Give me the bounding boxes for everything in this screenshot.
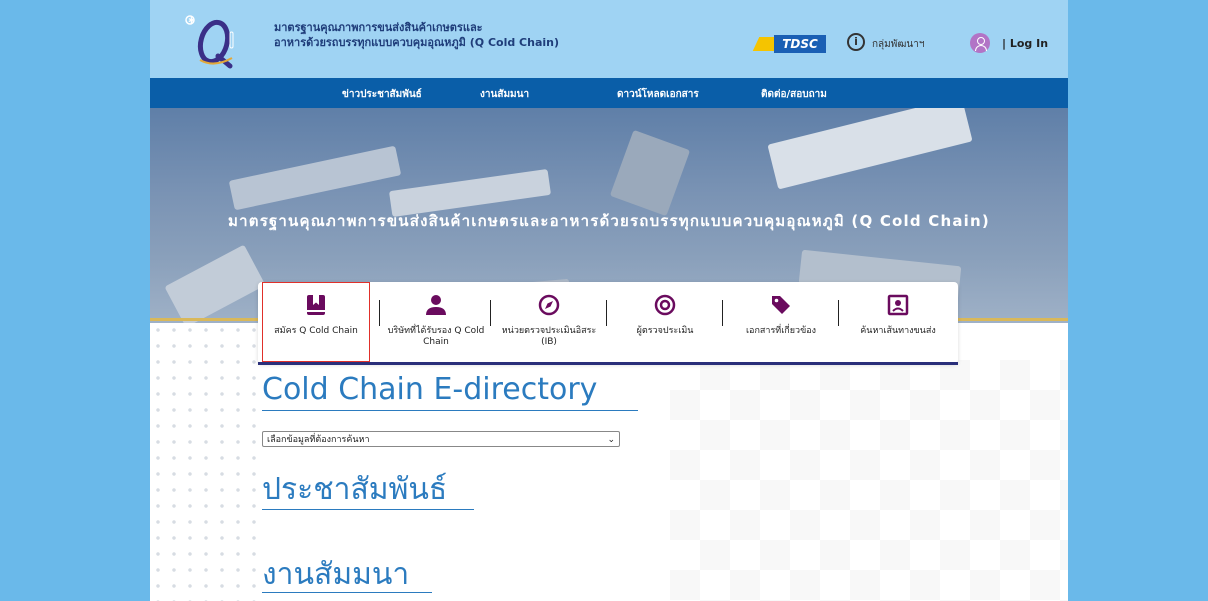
site-title-line-1: มาตรฐานคุณภาพการขนส่งสินค้าเกษตรและ [274, 21, 483, 34]
seminar-heading: งานสัมมนา [262, 557, 410, 592]
tab-inspection-body[interactable]: หน่วยตรวจประเมินอิสระ (IB) [494, 282, 604, 362]
tag-icon [726, 294, 836, 318]
hero-title: มาตรฐานคุณภาพการขนส่งสินค้าเกษตรและอาหาร… [228, 212, 990, 230]
truck-image [228, 145, 402, 211]
tdsc-logo[interactable]: TDSC [752, 35, 828, 53]
service-tab-strip: สมัคร Q Cold Chain บริษัทที่ได้รับรอง Q … [258, 282, 958, 364]
truck-image [164, 244, 266, 323]
tab-divider [379, 300, 380, 326]
tab-register[interactable]: สมัคร Q Cold Chain [262, 282, 370, 362]
pr-underline [262, 509, 474, 510]
q-cold-chain-logo[interactable]: ✱ [180, 10, 244, 70]
nav-item-contact[interactable]: ติดต่อ/สอบถาม [761, 87, 827, 102]
site-header: ✱ มาตรฐานคุณภาพการขนส่งสินค้าเกษตรและ อา… [150, 0, 1068, 78]
tab-certified-companies-label: บริษัทที่ได้รับรอง Q Cold Chain [387, 326, 485, 347]
edirectory-underline [262, 410, 638, 411]
main-nav: ข่าวประชาสัมพันธ์ งานสัมมนา ดาวน์โหลดเอก… [150, 78, 1068, 108]
bookmark-book-icon [262, 294, 370, 318]
pr-heading: ประชาสัมพันธ์ [262, 472, 448, 507]
tab-divider [838, 300, 839, 326]
svg-text:✱: ✱ [188, 16, 195, 25]
tab-route-search-label: ค้นหาเส้นทางขนส่ง [860, 326, 936, 336]
tab-inspection-body-label: หน่วยตรวจประเมินอิสระ (IB) [501, 326, 597, 347]
search-type-select[interactable]: เลือกข้อมูลที่ต้องการค้นหา ⌄ [262, 431, 620, 447]
tdsc-logo-label: TDSC [774, 35, 826, 53]
truck-image [767, 108, 973, 190]
nav-item-news[interactable]: ข่าวประชาสัมพันธ์ [342, 87, 422, 102]
left-side-background [0, 0, 150, 601]
site-title-line-2: อาหารด้วยรถบรรทุกแบบควบคุมอุณหภูมิ (Q Co… [274, 36, 560, 49]
map-pin-icon [842, 294, 954, 318]
tab-certified-companies[interactable]: บริษัทที่ได้รับรอง Q Cold Chain [384, 282, 488, 362]
page-container: ✱ มาตรฐานคุณภาพการขนส่งสินค้าเกษตรและ อา… [150, 0, 1068, 601]
user-icon[interactable] [970, 33, 990, 53]
compass-icon [494, 294, 604, 318]
tab-documents[interactable]: เอกสารที่เกี่ยวข้อง [726, 282, 836, 362]
tab-divider [722, 300, 723, 326]
tab-documents-label: เอกสารที่เกี่ยวข้อง [745, 326, 817, 336]
tab-divider [606, 300, 607, 326]
dot-pattern-decoration [150, 322, 260, 601]
edirectory-heading: Cold Chain E-directory [262, 372, 598, 407]
tab-route-search[interactable]: ค้นหาเส้นทางขนส่ง [842, 282, 954, 362]
info-circle-icon[interactable]: i [847, 33, 865, 51]
tab-register-label: สมัคร Q Cold Chain [274, 326, 358, 336]
target-icon [610, 294, 720, 318]
login-link[interactable]: | Log In [1002, 37, 1048, 50]
tab-auditors[interactable]: ผู้ตรวจประเมิน [610, 282, 720, 362]
tab-auditors-label: ผู้ตรวจประเมิน [636, 326, 694, 336]
right-side-background [1068, 0, 1208, 601]
truck-image [609, 129, 691, 217]
tab-divider [490, 300, 491, 326]
person-icon [384, 294, 488, 318]
group-link[interactable]: กลุ่มพัฒนาฯ [872, 37, 924, 52]
nav-item-download[interactable]: ดาวน์โหลดเอกสาร [617, 87, 699, 102]
seminar-underline [262, 592, 432, 593]
diamond-pattern-decoration [670, 360, 1068, 601]
chevron-down-icon: ⌄ [607, 435, 615, 445]
site-title: มาตรฐานคุณภาพการขนส่งสินค้าเกษตรและ อาหา… [274, 20, 559, 50]
tab-strip-underline [258, 362, 958, 365]
nav-item-seminar[interactable]: งานสัมมนา [480, 87, 529, 102]
search-type-select-value: เลือกข้อมูลที่ต้องการค้นหา [267, 435, 370, 445]
